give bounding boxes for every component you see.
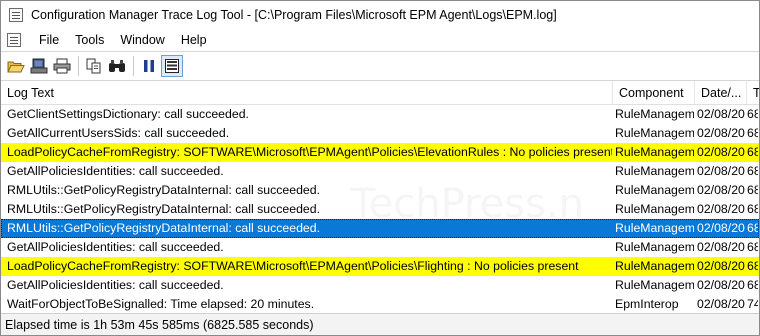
date-cell: 02/08/20 xyxy=(697,183,745,197)
time-cell: 68 xyxy=(747,126,758,140)
time-cell: 68 xyxy=(747,278,758,292)
print-button[interactable] xyxy=(51,55,73,77)
toolbar xyxy=(1,51,759,81)
date-cell: 02/08/20 xyxy=(697,259,745,273)
log-row[interactable]: WaitForObjectToBeSignalled: Time elapsed… xyxy=(1,295,759,313)
log-row[interactable]: LoadPolicyCacheFromRegistry: SOFTWARE\Mi… xyxy=(1,257,759,276)
date-cell: 02/08/20 xyxy=(697,164,745,178)
menu-help[interactable]: Help xyxy=(173,33,215,47)
log-row[interactable]: GetAllPoliciesIdentities: call succeeded… xyxy=(1,162,759,181)
component-cell: EpmInterop xyxy=(615,297,679,311)
component-cell: RuleManagem xyxy=(615,221,695,235)
menu-tools[interactable]: Tools xyxy=(67,33,112,47)
component-cell: RuleManagem xyxy=(615,278,695,292)
component-cell: RuleManagem xyxy=(615,164,695,178)
column-header-log-text[interactable]: Log Text xyxy=(1,81,613,104)
highlight-icon xyxy=(165,59,179,73)
component-cell: RuleManagem xyxy=(615,145,695,159)
status-bar: Elapsed time is 1h 53m 45s 585ms (6825.5… xyxy=(1,313,759,335)
time-cell: 68 xyxy=(747,202,758,216)
time-cell: 74 xyxy=(747,297,758,311)
log-text-cell: GetAllPoliciesIdentities: call succeeded… xyxy=(7,278,224,292)
log-row[interactable]: GetAllPoliciesIdentities: call succeeded… xyxy=(1,276,759,295)
log-row[interactable]: RMLUtils::GetPolicyRegistryDataInternal:… xyxy=(1,219,759,238)
column-header-time[interactable]: T xyxy=(747,81,759,104)
log-row[interactable]: GetAllPoliciesIdentities: call succeeded… xyxy=(1,238,759,257)
time-cell: 68 xyxy=(747,164,758,178)
log-text-cell: RMLUtils::GetPolicyRegistryDataInternal:… xyxy=(7,183,321,197)
time-cell: 68 xyxy=(747,221,758,235)
date-cell: 02/08/20 xyxy=(697,278,745,292)
open-icon xyxy=(7,61,25,73)
log-grid: Log Text Component Date/... T GetClientS… xyxy=(1,81,759,313)
log-text-cell: GetAllPoliciesIdentities: call succeeded… xyxy=(7,164,224,178)
copy-icon xyxy=(86,58,101,74)
log-row[interactable]: GetClientSettingsDictionary: call succee… xyxy=(1,105,759,124)
trace-log-window: Configuration Manager Trace Log Tool - [… xyxy=(0,0,760,336)
log-row[interactable]: LoadPolicyCacheFromRegistry: SOFTWARE\Mi… xyxy=(1,143,759,162)
column-header-date[interactable]: Date/... xyxy=(695,81,747,104)
grid-header: Log Text Component Date/... T xyxy=(1,81,759,105)
menu-window[interactable]: Window xyxy=(112,33,172,47)
log-row[interactable]: GetAllCurrentUsersSids: call succeeded. R… xyxy=(1,124,759,143)
time-cell: 68 xyxy=(747,240,758,254)
log-rows: GetClientSettingsDictionary: call succee… xyxy=(1,105,759,313)
component-cell: RuleManagem xyxy=(615,202,695,216)
title-bar: Configuration Manager Trace Log Tool - [… xyxy=(1,1,759,29)
date-cell: 02/08/20 xyxy=(697,145,745,159)
time-cell: 68 xyxy=(747,183,758,197)
open-button[interactable] xyxy=(5,55,27,77)
pause-button[interactable] xyxy=(138,55,160,77)
log-row[interactable]: RMLUtils::GetPolicyRegistryDataInternal:… xyxy=(1,181,759,200)
time-cell: 68 xyxy=(747,259,758,273)
highlight-button[interactable] xyxy=(161,55,183,77)
column-header-component[interactable]: Component xyxy=(613,81,695,104)
component-cell: RuleManagem xyxy=(615,240,695,254)
component-cell: RuleManagem xyxy=(615,183,695,197)
print-preview-icon xyxy=(30,58,48,74)
date-cell: 02/08/20 xyxy=(697,202,745,216)
date-cell: 02/08/20 xyxy=(697,107,745,121)
log-text-cell: RMLUtils::GetPolicyRegistryDataInternal:… xyxy=(7,202,321,216)
app-icon xyxy=(9,8,23,22)
log-text-cell: LoadPolicyCacheFromRegistry: SOFTWARE\Mi… xyxy=(7,259,579,273)
system-menu-icon[interactable] xyxy=(7,33,21,47)
toolbar-separator xyxy=(133,56,134,76)
log-text-cell: GetAllCurrentUsersSids: call succeeded. xyxy=(7,126,230,140)
status-text: Elapsed time is 1h 53m 45s 585ms (6825.5… xyxy=(5,317,314,332)
log-text-cell: LoadPolicyCacheFromRegistry: SOFTWARE\Mi… xyxy=(7,145,613,159)
log-text-cell: WaitForObjectToBeSignalled: Time elapsed… xyxy=(7,297,315,311)
component-cell: RuleManagem xyxy=(615,126,695,140)
find-icon xyxy=(109,60,125,72)
menu-bar: File Tools Window Help xyxy=(1,29,759,51)
toolbar-separator xyxy=(78,56,79,76)
log-row[interactable]: RMLUtils::GetPolicyRegistryDataInternal:… xyxy=(1,200,759,219)
find-button[interactable] xyxy=(106,55,128,77)
date-cell: 02/08/20 xyxy=(697,221,745,235)
print-preview-button[interactable] xyxy=(28,55,50,77)
log-text-cell: GetAllPoliciesIdentities: call succeeded… xyxy=(7,240,224,254)
date-cell: 02/08/20 xyxy=(697,297,745,311)
date-cell: 02/08/20 xyxy=(697,240,745,254)
window-title: Configuration Manager Trace Log Tool - [… xyxy=(31,8,557,22)
menu-file[interactable]: File xyxy=(31,33,67,47)
log-text-cell: RMLUtils::GetPolicyRegistryDataInternal:… xyxy=(7,221,321,235)
component-cell: RuleManagem xyxy=(615,107,695,121)
print-icon xyxy=(53,58,71,74)
pause-icon xyxy=(144,60,154,72)
time-cell: 68 xyxy=(747,145,758,159)
date-cell: 02/08/20 xyxy=(697,126,745,140)
time-cell: 68 xyxy=(747,107,758,121)
copy-button[interactable] xyxy=(83,55,105,77)
component-cell: RuleManagem xyxy=(615,259,695,273)
log-text-cell: GetClientSettingsDictionary: call succee… xyxy=(7,107,249,121)
